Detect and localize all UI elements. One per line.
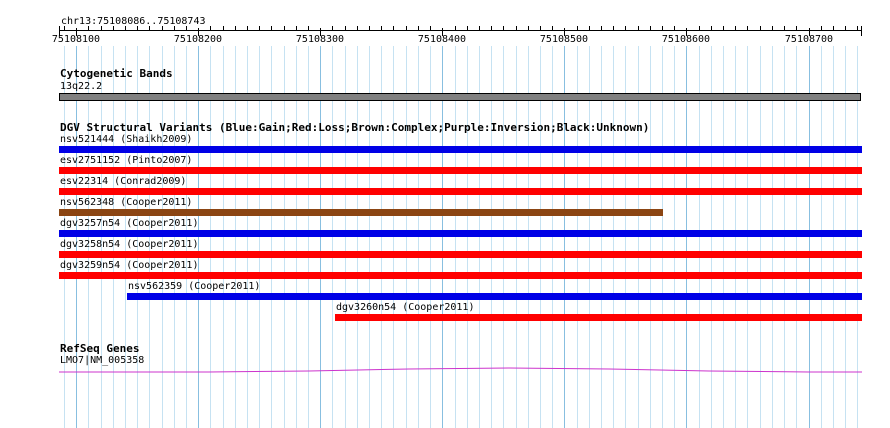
minor-tick	[381, 26, 382, 31]
minor-tick	[638, 26, 639, 31]
feature-label-1: esv2751152 (Pinto2007)	[60, 155, 193, 166]
minor-tick	[711, 26, 712, 31]
minor-tick	[747, 26, 748, 31]
ruler-tick-label: 75108600	[661, 34, 711, 45]
minor-tick	[735, 26, 736, 31]
feature-label-2: esv22314 (Conrad2009)	[60, 176, 187, 187]
minor-tick	[503, 26, 504, 31]
minor-tick	[601, 26, 602, 31]
minor-tick	[332, 26, 333, 31]
minor-tick	[491, 26, 492, 31]
minor-tick	[406, 26, 407, 31]
minor-tick	[162, 26, 163, 31]
minor-tick	[577, 26, 578, 31]
minor-tick	[345, 26, 346, 31]
minor-tick	[101, 26, 102, 31]
minor-tick	[455, 26, 456, 31]
feature-bar-1[interactable]	[59, 167, 862, 174]
feature-bar-2[interactable]	[59, 188, 862, 195]
minor-tick	[479, 26, 480, 31]
minor-tick	[174, 26, 175, 31]
minor-tick	[125, 26, 126, 31]
minor-tick	[235, 26, 236, 31]
minor-tick	[528, 26, 529, 31]
minor-tick	[64, 26, 65, 31]
minor-tick	[247, 26, 248, 31]
minor-tick	[699, 26, 700, 31]
minor-tick	[223, 26, 224, 31]
minor-tick	[308, 26, 309, 31]
minor-tick	[857, 26, 858, 31]
feature-bar-5[interactable]	[59, 251, 862, 258]
feature-label-8: dgv3260n54 (Cooper2011)	[336, 302, 475, 313]
refseq-track-title: RefSeq Genes	[60, 342, 140, 355]
minor-tick	[186, 26, 187, 31]
minor-tick	[589, 26, 590, 31]
gene-model[interactable]	[59, 364, 862, 376]
minor-tick	[821, 26, 822, 31]
dgv-track-title: DGV Structural Variants (Blue:Gain;Red:L…	[60, 121, 650, 134]
minor-tick	[467, 26, 468, 31]
minor-tick	[418, 26, 419, 31]
minor-tick	[369, 26, 370, 31]
feature-bar-3[interactable]	[59, 209, 663, 216]
cytoband-bar[interactable]	[59, 93, 861, 101]
feature-bar-0[interactable]	[59, 146, 862, 153]
ruler-tick-label: 75108400	[417, 34, 467, 45]
minor-tick	[845, 26, 846, 31]
minor-tick	[516, 26, 517, 31]
minor-tick	[784, 26, 785, 31]
minor-tick	[393, 26, 394, 31]
feature-bar-8[interactable]	[335, 314, 862, 321]
minor-tick	[772, 26, 773, 31]
feature-bar-6[interactable]	[59, 272, 862, 279]
minor-tick	[723, 26, 724, 31]
minor-tick	[113, 26, 114, 31]
feature-label-3: nsv562348 (Cooper2011)	[60, 197, 193, 208]
minor-tick	[674, 26, 675, 31]
minor-tick	[259, 26, 260, 31]
minor-tick	[296, 26, 297, 31]
feature-label-6: dgv3259n54 (Cooper2011)	[60, 260, 199, 271]
minor-tick	[284, 26, 285, 31]
minor-tick	[552, 26, 553, 31]
minor-tick	[137, 26, 138, 31]
locus-label: chr13:75108086..75108743	[61, 16, 206, 27]
ruler-line	[59, 30, 861, 31]
feature-bar-4[interactable]	[59, 230, 862, 237]
minor-tick	[430, 26, 431, 31]
feature-label-5: dgv3258n54 (Cooper2011)	[60, 239, 199, 250]
feature-label-7: nsv562359 (Cooper2011)	[128, 281, 261, 292]
minor-tick	[662, 26, 663, 31]
ruler-tick-label: 75108100	[51, 34, 101, 45]
minor-tick	[796, 26, 797, 31]
ruler-tick-label: 75108200	[173, 34, 223, 45]
ruler-tick-label: 75108700	[784, 34, 834, 45]
minor-tick	[540, 26, 541, 31]
ruler-tick-label: 75108300	[295, 34, 345, 45]
cytoband-track-title: Cytogenetic Bands	[60, 67, 173, 80]
feature-label-4: dgv3257n54 (Cooper2011)	[60, 218, 199, 229]
minor-tick	[88, 26, 89, 31]
minor-tick	[271, 26, 272, 31]
minor-tick	[760, 26, 761, 31]
cytoband-label: 13q22.2	[60, 81, 103, 92]
minor-tick	[650, 26, 651, 31]
feature-label-0: nsv521444 (Shaikh2009)	[60, 134, 193, 145]
minor-tick	[210, 26, 211, 31]
minor-tick	[149, 26, 150, 31]
ruler-tick-label: 75108500	[539, 34, 589, 45]
minor-tick	[833, 26, 834, 31]
minor-tick	[613, 26, 614, 31]
minor-tick	[357, 26, 358, 31]
feature-bar-7[interactable]	[127, 293, 862, 300]
edge-tick	[861, 26, 862, 36]
minor-tick	[625, 26, 626, 31]
